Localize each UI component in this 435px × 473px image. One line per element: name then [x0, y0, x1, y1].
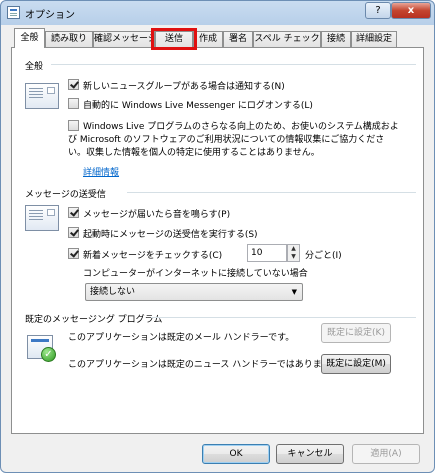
improvement-program-line-2[interactable]: び Microsoft のソフトウェアのご利用状況についての情報収集にご協力くだ… [68, 132, 384, 145]
general-envelope-icon [25, 83, 59, 109]
chevron-down-icon: ▼ [291, 288, 297, 296]
title-bar: オプション ? x [1, 1, 434, 25]
section-title-general: 全般 [25, 62, 44, 72]
improvement-program-line-3[interactable]: い。収集した情報を個人の特定に使用することはありません。 [68, 145, 320, 158]
mail-app-icon [7, 6, 20, 19]
send-tab-highlight [151, 28, 197, 50]
checkmark-icon: ✓ [41, 347, 56, 362]
section-title-send-receive: メッセージの送受信 [25, 190, 106, 200]
spin-up-icon[interactable]: ▲ [288, 245, 299, 253]
play-sound-label[interactable]: メッセージが届いたら音を鳴らす(P) [83, 207, 230, 220]
section-divider [51, 64, 416, 65]
cancel-button[interactable]: キャンセル [276, 444, 344, 464]
set-default-news-button[interactable]: 既定に設定(M) [321, 354, 391, 374]
apply-button[interactable]: 適用(A) [352, 444, 420, 464]
notify-newsgroups-label[interactable]: 新しいニュースグループがある場合は通知する(N) [83, 79, 285, 92]
tab-compose[interactable]: 作成 [193, 31, 223, 47]
offline-label: コンピューターがインターネットに接続していない場合 [83, 269, 308, 279]
send-at-startup-checkbox[interactable] [68, 227, 79, 238]
offline-behavior-value: 接続しない [90, 287, 136, 297]
tab-read[interactable]: 読み取り [45, 31, 93, 47]
auto-signin-label[interactable]: 自動的に Windows Live Messenger にログオンする(L) [83, 98, 313, 111]
tab-receipts[interactable]: 確認メッセージ [93, 31, 155, 47]
check-new-messages-label[interactable]: 新着メッセージをチェックする(C) [83, 248, 222, 261]
help-button[interactable]: ? [365, 2, 391, 19]
tab-connection[interactable]: 接続 [321, 31, 351, 47]
section-title-default-program: 既定のメッセージング プログラム [25, 315, 163, 325]
tab-advanced[interactable]: 詳細設定 [351, 31, 397, 47]
interval-unit-label: 分ごと(I) [305, 251, 342, 261]
check-interval-spinner[interactable]: ▲ ▼ [287, 244, 300, 262]
section-divider [127, 192, 416, 193]
close-button[interactable]: x [391, 2, 431, 19]
default-mail-text: このアプリケーションは既定のメール ハンドラーです。 [68, 333, 295, 343]
tab-signatures[interactable]: 署名 [223, 31, 253, 47]
check-interval-input[interactable]: 10 [247, 244, 287, 262]
play-sound-checkbox[interactable] [68, 207, 79, 218]
tab-general[interactable]: 全般 [14, 28, 45, 48]
section-divider [151, 317, 416, 318]
ok-button[interactable]: OK [202, 444, 270, 464]
send-receive-envelope-icon [25, 205, 59, 231]
auto-signin-checkbox[interactable] [68, 98, 79, 109]
send-at-startup-label[interactable]: 起動時にメッセージの送受信を実行する(S) [83, 227, 258, 240]
improvement-program-line-1[interactable]: Windows Live プログラムのさらなる向上のため、お使いのシステム構成お… [83, 119, 399, 132]
default-news-text: このアプリケーションは既定のニュース ハンドラーではありません。 [68, 360, 349, 370]
offline-behavior-select[interactable]: 接続しない ▼ [85, 283, 303, 301]
window-title: オプション [25, 10, 75, 21]
check-new-messages-checkbox[interactable] [68, 248, 79, 259]
options-dialog: オプション ? x 全般 読み取り 確認メッセージ 送信 作成 署名 スペル チ… [0, 0, 435, 473]
tab-spelling[interactable]: スペル チェック [253, 31, 321, 47]
details-link[interactable]: 詳細情報 [83, 165, 119, 178]
notify-newsgroups-checkbox[interactable] [68, 79, 79, 90]
improvement-program-checkbox[interactable] [68, 120, 79, 131]
set-default-mail-button[interactable]: 既定に設定(K) [321, 323, 391, 343]
spin-down-icon[interactable]: ▼ [288, 253, 299, 261]
